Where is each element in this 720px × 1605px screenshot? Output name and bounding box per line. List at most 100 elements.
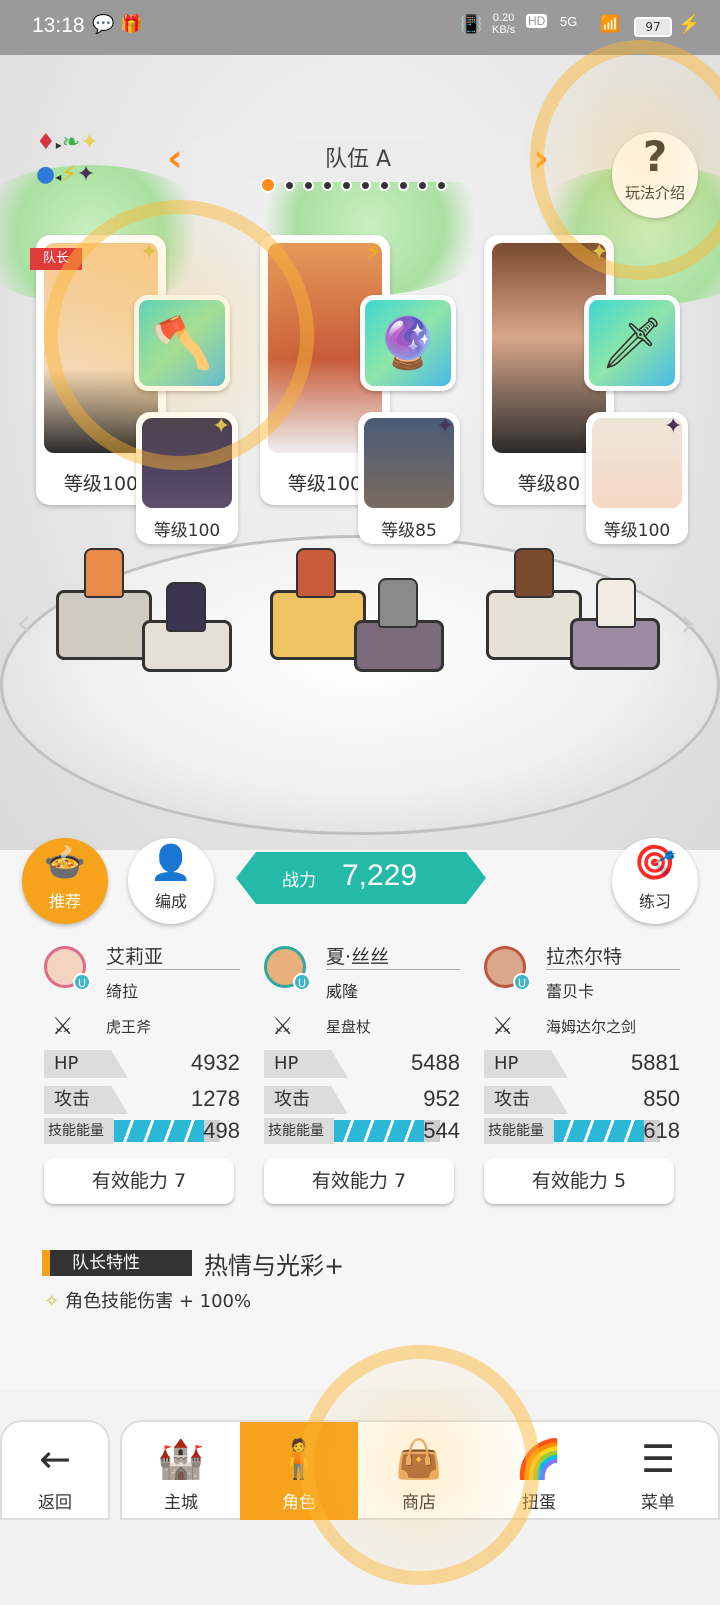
nav-menu[interactable]: ☰ 菜单 [600,1422,716,1522]
support-level: 等级85 [381,521,437,541]
page-dot[interactable] [436,179,447,191]
axe-icon: 🪓 [150,314,214,372]
character-icon: 🧍 [275,1437,323,1481]
page-dot[interactable] [360,179,371,191]
page-dot[interactable] [379,179,390,191]
team-power-badge: 战力 7,229 [236,852,486,904]
thunder-element-icon: ⚡ [366,240,382,265]
menu-list-icon: ☰ [640,1437,676,1481]
energy-bar [334,1120,424,1142]
weapon-icon: ⚔ [492,1012,514,1040]
leader-tag: 队长 [30,248,82,270]
weapon-tile-sword[interactable]: 🗡 [584,295,680,391]
support-level: 等级100 [153,521,221,541]
message-icon: 💬 [92,14,115,35]
page-dot[interactable] [303,179,314,191]
castle-icon: 🏰 [157,1437,205,1481]
signal-icon: 5G [560,14,578,29]
character-avatar[interactable]: U [44,946,91,991]
ability-button[interactable]: 有效能力 7 [264,1158,454,1204]
thunder-element-icon: ⚡ [61,162,77,187]
practice-button[interactable]: 🎯 练习 [612,838,698,924]
fire-element-icon: ♦ [36,130,56,155]
prev-team-arrow[interactable]: ‹ [162,138,188,182]
skill-energy-stat: 技能能量 618 [484,1118,680,1144]
nav-character[interactable]: 🧍 角色 [240,1422,358,1522]
vibrate-icon: 📳 [460,14,483,34]
character-name: 夏·丝丝 [326,942,460,970]
character-avatar[interactable]: U [264,946,311,991]
sword-icon: 🗡 [600,314,664,372]
shop-bag-icon: 👜 [395,1437,443,1481]
next-team-arrow[interactable]: › [528,138,554,182]
clock: 13:18 [32,14,85,37]
ability-button[interactable]: 有效能力 7 [44,1158,234,1204]
weapon-icon: ⚔ [272,1012,294,1040]
character-sprite[interactable] [514,548,554,598]
attack-stat: 攻击 952 [264,1086,460,1114]
power-value: 7,229 [342,859,418,892]
page-dot[interactable] [398,179,409,191]
support-level: 等级100 [603,521,671,541]
support-sprite[interactable] [166,582,206,632]
leader-trait-name: 热情与光彩+ [204,1252,345,1280]
scroll-right-arrow[interactable]: › [680,600,696,646]
scroll-left-arrow[interactable]: ‹ [16,600,32,646]
hp-stat: HP 5881 [484,1050,680,1078]
character-stats-3: U 拉杰尔特 蕾贝卡 ⚔ 海姆达尔之剑 HP 5881 攻击 850 技能能量 … [484,940,684,1210]
bottom-safe-area [0,1520,720,1605]
light-element-icon: ✦ [80,130,99,155]
weapon-tile-axe[interactable]: 🪓 [134,295,230,391]
energy-bar [554,1120,644,1142]
training-dummy-icon: 🎯 [633,843,677,883]
recommend-icon: 🍲 [43,843,87,883]
page-dot[interactable] [341,179,352,191]
energy-bar [114,1120,204,1142]
gacha-rainbow-icon: 🌈 [515,1437,563,1481]
formation-button[interactable]: 👤 编成 [128,838,214,924]
page-dot[interactable] [417,179,428,191]
status-bar: 13:18 💬 🎁 📳 0.20 KB/s HD 5G 📶 97 ⚡ [0,0,720,55]
person-gear-icon: 👤 [149,843,193,883]
recommend-button[interactable]: 🍲 推荐 [22,838,108,924]
support-sprite[interactable] [378,578,418,628]
ability-button[interactable]: 有效能力 5 [484,1158,674,1204]
dark-element-icon: ✦ [76,162,96,187]
character-stats-2: U 夏·丝丝 威隆 ⚔ 星盘杖 HP 5488 攻击 952 技能能量 544 … [264,940,464,1210]
charging-icon: ⚡ [678,14,701,34]
team-page-dots [260,176,470,194]
support-name: 绮拉 [106,982,139,1001]
nav-shop[interactable]: 👜 商店 [360,1422,478,1522]
nav-main-city[interactable]: 🏰 主城 [124,1422,238,1522]
power-label: 战力 [282,871,316,891]
help-button[interactable]: ? 玩法介绍 [612,132,698,218]
gold-pedestal [270,590,366,660]
weapon-name: 星盘杖 [326,1018,372,1036]
light-element-icon: ✦ [590,240,609,265]
attack-stat: 攻击 1278 [44,1086,240,1114]
nav-gacha[interactable]: 🌈 扭蛋 [480,1422,598,1522]
character-sprite[interactable] [84,548,124,598]
hd-icon: HD [526,14,548,28]
skill-energy-stat: 技能能量 544 [264,1118,460,1144]
staff-icon: 🔮 [376,314,440,372]
app-notification-icon: 🎁 [120,14,143,35]
weapon-tile-staff[interactable]: 🔮 [360,295,456,391]
light-element-icon: ✦ [140,240,159,265]
page-dot[interactable] [284,179,295,191]
team-selector: ‹ 队伍 A › [162,138,554,193]
character-stats-1: U 艾莉亚 绮拉 ⚔ 虎王斧 HP 4932 攻击 1278 技能能量 498 … [44,940,244,1210]
back-button[interactable]: ← 返回 [0,1420,110,1520]
character-sprite[interactable] [296,548,336,598]
page-dot[interactable] [260,177,276,193]
question-icon: ? [642,132,668,181]
sparkle-icon: ✧ [44,1291,60,1312]
leader-trait[interactable]: 队长特性 热情与光彩+ [42,1248,642,1280]
weapon-name: 海姆达尔之剑 [546,1018,637,1036]
character-avatar[interactable]: U [484,946,531,991]
element-affinity-chart[interactable]: ♦▸❧✦ ●◂⚡✦ [36,128,136,192]
page-dot[interactable] [322,179,333,191]
support-name: 威隆 [326,982,359,1001]
support-sprite[interactable] [596,578,636,628]
leader-trait-effect: ✧ 角色技能伤害 + 100% [44,1291,252,1312]
